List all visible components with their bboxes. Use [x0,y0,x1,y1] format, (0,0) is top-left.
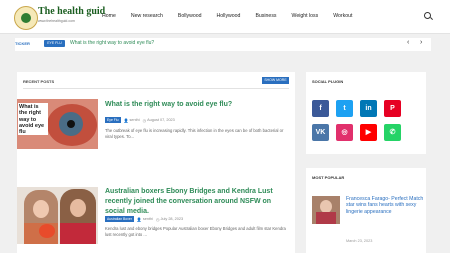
post-excerpt: The outbreak of eye flu is increasing ra… [105,128,284,140]
post-thumbnail[interactable]: What is the right way to avoid eye flu [17,99,98,149]
post-date: July 28, 2023 [160,217,184,221]
post-meta: Eye Flu 👤 senthi ◷ August 07, 2023 [105,117,175,123]
ticker-label: TICKER [15,41,30,46]
ticker-headline[interactable]: What is the right way to avoid eye flu? [70,40,154,46]
post-date: August 07, 2023 [147,118,175,122]
clothing [60,223,96,244]
show-more-button[interactable]: SHOW MORE [262,77,289,84]
eye-pupil [67,120,75,128]
ticker-next-icon[interactable]: › [420,39,422,46]
main-nav: Home New research Bollywood Hollywood Bu… [102,13,367,19]
header: The health guid www.thehealthguid.com Ho… [0,0,450,34]
most-popular-heading: MOST POPULAR [312,175,345,180]
whatsapp-icon[interactable]: ✆ [384,124,401,141]
post-author[interactable]: senthi [143,217,153,221]
most-popular-panel: MOST POPULAR Francesca Farago- Perfect M… [306,168,426,253]
linkedin-icon[interactable]: in [360,100,377,117]
clothing [316,212,336,224]
youtube-icon[interactable]: ▶ [360,124,377,141]
nav-home[interactable]: Home [102,13,116,19]
facebook-icon[interactable]: f [312,100,329,117]
post-thumbnail[interactable] [17,187,98,244]
ticker-badge[interactable]: EYE FLU [44,40,65,47]
post-title[interactable]: What is the right way to avoid eye flu? [105,101,289,108]
ball-image [39,224,55,238]
face [33,200,49,218]
twitter-icon[interactable]: t [336,100,353,117]
social-plugin-heading: SOCIAL PLUGIN [312,79,344,84]
vk-icon[interactable]: VK [312,124,329,141]
nav-new-research[interactable]: New research [131,13,163,19]
author-icon: 👤 [136,216,142,222]
nav-business[interactable]: Business [255,13,276,19]
post-tag[interactable]: Eye Flu [105,117,121,123]
ticker-prev-icon[interactable]: ‹ [407,39,409,46]
post-author[interactable]: senthi [129,118,139,122]
person-image [60,189,96,244]
site-tagline: www.thehealthguid.com [38,19,75,23]
nav-workout[interactable]: Workout [333,13,352,19]
social-plugin-panel: SOCIAL PLUGIN f t in P VK ◎ ▶ ✆ [306,72,426,154]
post-meta: Australian Boxer 👤 senthi ◷ July 28, 202… [105,216,183,222]
site-title[interactable]: The health guid [38,6,105,17]
site-logo[interactable] [14,6,38,30]
clock-icon: ◷ [156,216,160,222]
author-icon: 👤 [123,117,129,123]
nav-bollywood[interactable]: Bollywood [178,13,202,19]
thumbnail-caption: What is the right way to avoid eye flu [18,103,48,135]
nav-hollywood[interactable]: Hollywood [217,13,241,19]
recent-posts-panel: RECENT POSTS SHOW MORE What is the right… [17,72,295,253]
popular-post-date: March 23, 2023 [346,239,373,243]
post-excerpt: Kendra lust and ebony bridges Popular Au… [105,226,286,238]
recent-posts-heading: RECENT POSTS [23,79,55,84]
post-title[interactable]: Australian boxers Ebony Bridges and Kend… [105,187,291,217]
pinterest-icon[interactable]: P [384,100,401,117]
instagram-icon[interactable]: ◎ [336,124,353,141]
logo-mark [21,13,31,23]
nav-weight-loss[interactable]: Weight loss [292,13,319,19]
divider [23,88,289,89]
search-icon[interactable] [424,12,431,19]
popular-post-title[interactable]: Francesca Farago- Perfect Match star win… [346,196,424,215]
face [70,199,86,217]
post-tag[interactable]: Australian Boxer [105,216,134,222]
clock-icon: ◷ [142,117,147,123]
news-ticker: TICKER EYE FLU What is the right way to … [15,38,431,51]
popular-thumbnail[interactable] [312,196,340,224]
